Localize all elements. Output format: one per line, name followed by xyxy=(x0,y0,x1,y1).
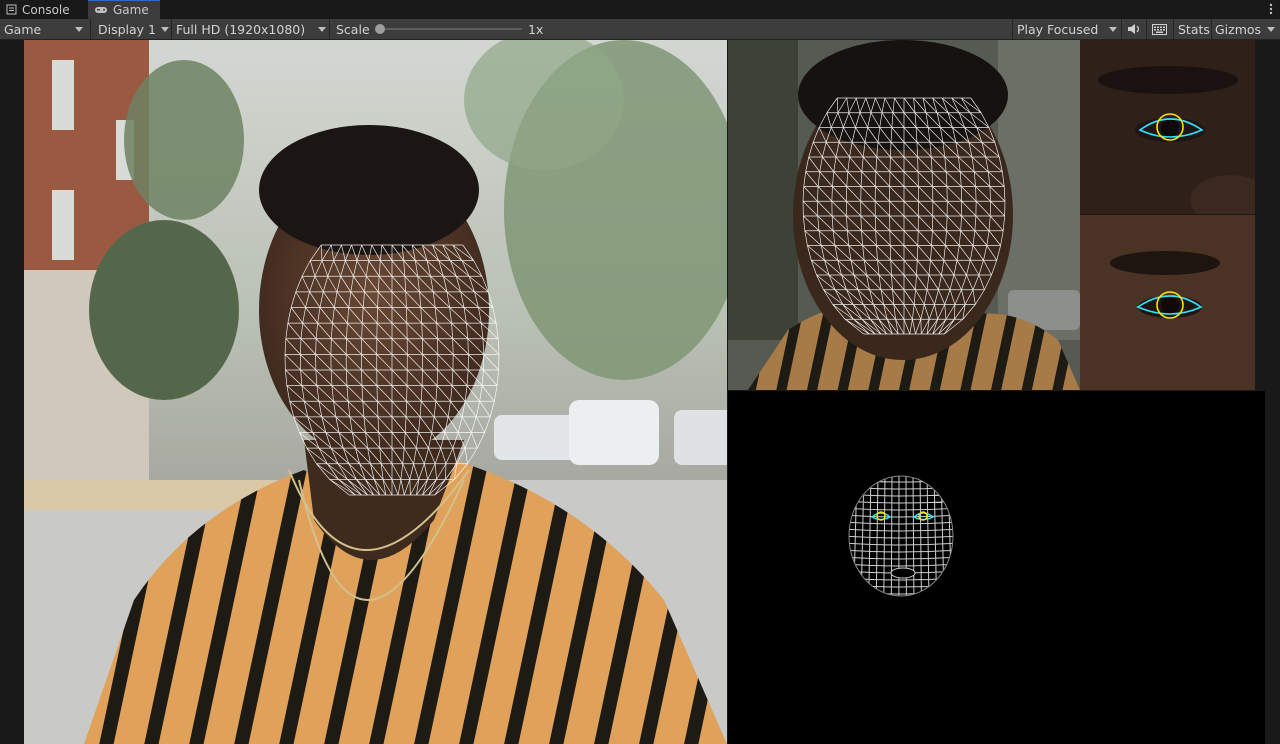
mute-audio-button[interactable] xyxy=(1127,19,1143,39)
divider xyxy=(329,19,330,39)
scale-label: Scale xyxy=(336,19,370,39)
divider xyxy=(1012,19,1013,39)
scale-slider-handle[interactable] xyxy=(375,24,385,34)
face-crop-view xyxy=(728,40,1080,390)
chevron-down-icon xyxy=(1267,27,1275,32)
divider xyxy=(1211,19,1212,39)
right-eye-crop xyxy=(1080,215,1255,390)
tab-bar: Console Game xyxy=(0,0,1280,19)
gizmos-label: Gizmos xyxy=(1215,21,1262,37)
left-eye-crop xyxy=(1080,40,1255,214)
chevron-down-icon xyxy=(318,27,326,32)
scale-slider-track[interactable] xyxy=(378,28,522,30)
gamepad-icon xyxy=(95,7,107,13)
tab-game-label: Game xyxy=(113,3,149,17)
tab-console-label: Console xyxy=(22,2,70,17)
face-mesh-canonical-view xyxy=(728,391,1265,744)
keyboard-shortcuts-button[interactable] xyxy=(1152,19,1168,39)
chevron-down-icon xyxy=(161,27,169,32)
divider xyxy=(1146,19,1147,39)
scale-value: 1x xyxy=(528,19,543,39)
chevron-down-icon xyxy=(75,27,83,32)
divider xyxy=(90,19,91,39)
mesh-grid-lines xyxy=(849,476,953,596)
speaker-icon xyxy=(1128,24,1140,34)
divider xyxy=(171,19,172,39)
play-mode-label: Play Focused xyxy=(1017,21,1099,37)
scale-label-text: Scale xyxy=(336,21,370,37)
left-eye-image xyxy=(1080,40,1255,214)
right-eye-image xyxy=(1080,215,1255,390)
display-dropdown[interactable]: Display 1 xyxy=(98,19,170,39)
tab-console[interactable]: Console xyxy=(0,0,86,19)
face-crop-image xyxy=(728,40,1080,390)
stats-label: Stats xyxy=(1178,21,1210,37)
face-camera-view xyxy=(24,40,727,744)
display-dropdown-label: Display 1 xyxy=(98,21,157,37)
canonical-mesh xyxy=(848,475,954,597)
divider xyxy=(1121,19,1122,39)
play-mode-dropdown[interactable]: Play Focused xyxy=(1017,19,1120,39)
mode-dropdown-label: Game xyxy=(4,21,42,37)
divider xyxy=(1173,19,1174,39)
resolution-dropdown-label: Full HD (1920x1080) xyxy=(176,21,306,37)
game-toolbar: Game Display 1 Full HD (1920x1080) Scale… xyxy=(0,19,1280,40)
chevron-down-icon xyxy=(1109,27,1117,32)
console-icon xyxy=(6,4,17,15)
stats-button[interactable]: Stats xyxy=(1178,19,1210,39)
more-options-icon[interactable] xyxy=(1268,2,1274,16)
camera-image xyxy=(24,40,727,744)
tab-game[interactable]: Game xyxy=(88,0,160,19)
keyboard-icon xyxy=(1152,23,1167,35)
scale-value-text: 1x xyxy=(528,21,544,37)
resolution-dropdown[interactable]: Full HD (1920x1080) xyxy=(176,19,326,39)
gizmos-button[interactable]: Gizmos xyxy=(1215,19,1265,39)
